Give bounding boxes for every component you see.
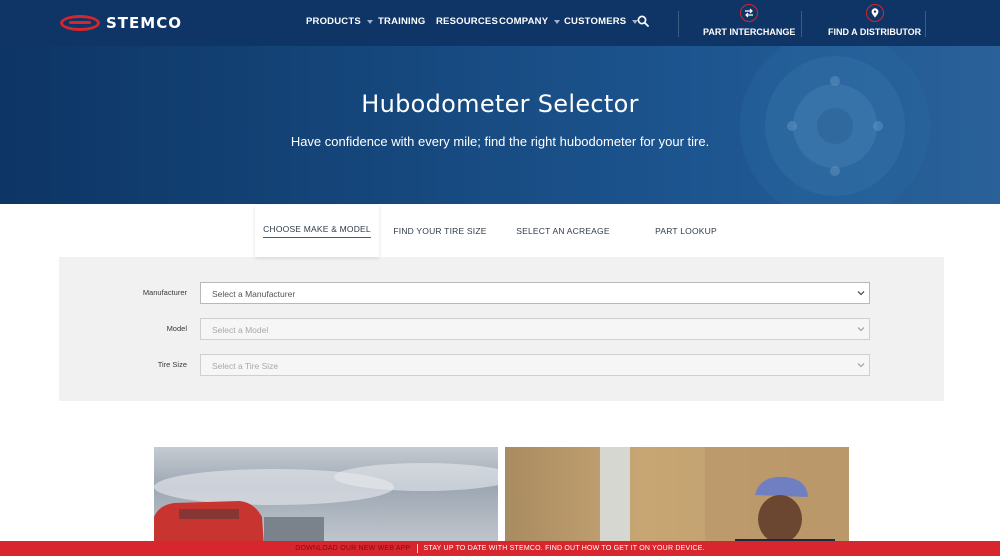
part-interchange-label: PART INTERCHANGE <box>703 27 796 37</box>
model-label: Model <box>166 324 187 333</box>
nav-item-customers[interactable]: CUSTOMERS <box>564 16 639 27</box>
page-subtitle: Have confidence with every mile; find th… <box>290 134 710 149</box>
nav-item-resources[interactable]: RESOURCES <box>436 16 498 27</box>
nav-divider <box>801 11 802 37</box>
technician-image <box>505 447 849 547</box>
caret-down-icon <box>554 19 561 24</box>
truck-image <box>154 447 498 547</box>
chevron-down-icon <box>857 291 865 296</box>
tab-part-lookup[interactable]: PART LOOKUP <box>625 205 747 257</box>
manufacturer-label: Manufacturer <box>142 288 187 297</box>
nav-item-training[interactable]: TRAINING <box>378 16 426 27</box>
chevron-down-icon <box>857 363 865 368</box>
search-icon[interactable] <box>637 15 649 27</box>
model-select-value: Select a Model <box>212 325 269 335</box>
logo-mark-icon <box>60 15 100 31</box>
tab-label: PART LOOKUP <box>655 226 717 236</box>
tire-size-select[interactable]: Select a Tire Size <box>200 354 870 376</box>
nav-item-label: CUSTOMERS <box>564 16 627 27</box>
nav-item-label: TRAINING <box>378 16 426 27</box>
nav-item-label: RESOURCES <box>436 16 498 27</box>
caret-down-icon <box>366 19 373 24</box>
nav-divider <box>925 11 926 37</box>
find-distributor-link[interactable]: FIND A DISTRIBUTOR <box>828 4 921 37</box>
stemco-logo[interactable]: STEMCO <box>60 13 182 33</box>
swap-arrows-icon <box>740 4 759 22</box>
manufacturer-select-value: Select a Manufacturer <box>212 289 296 299</box>
nav-item-label: PRODUCTS <box>306 16 361 27</box>
nav-divider <box>678 11 679 37</box>
selector-tabs: CHOOSE MAKE & MODEL FIND YOUR TIRE SIZE … <box>255 205 747 257</box>
download-app-link[interactable]: DOWNLOAD OUR NEW WEB APP <box>295 545 410 552</box>
wheel-hub-image <box>740 46 930 204</box>
hero-banner: Hubodometer Selector Have confidence wit… <box>0 46 1000 204</box>
model-select[interactable]: Select a Model <box>200 318 870 340</box>
tire-size-row: Tire Size Select a Tire Size <box>59 354 944 376</box>
page-title: Hubodometer Selector <box>361 90 639 118</box>
tab-label: SELECT AN ACREAGE <box>516 226 610 236</box>
manufacturer-select[interactable]: Select a Manufacturer <box>200 282 870 304</box>
tab-find-tire-size[interactable]: FIND YOUR TIRE SIZE <box>379 205 501 257</box>
tab-choose-make-model[interactable]: CHOOSE MAKE & MODEL <box>255 205 379 257</box>
banner-message: STAY UP TO DATE WITH STEMCO. FIND OUT HO… <box>423 545 705 552</box>
nav-item-label: COMPANY <box>499 16 549 27</box>
nav-item-company[interactable]: COMPANY <box>499 16 561 27</box>
chevron-down-icon <box>857 327 865 332</box>
banner-separator <box>416 544 418 553</box>
selector-form-panel: Manufacturer Select a Manufacturer Model… <box>59 257 944 401</box>
tire-size-label: Tire Size <box>157 360 187 369</box>
nav-item-products[interactable]: PRODUCTS <box>306 16 373 27</box>
tab-label: CHOOSE MAKE & MODEL <box>263 224 371 238</box>
tab-label: FIND YOUR TIRE SIZE <box>393 226 487 236</box>
top-navigation-bar: STEMCO PRODUCTS TRAINING RESOURCES COMPA… <box>0 0 1000 46</box>
part-interchange-link[interactable]: PART INTERCHANGE <box>703 4 795 37</box>
logo-text: STEMCO <box>106 14 182 32</box>
find-distributor-label: FIND A DISTRIBUTOR <box>828 27 922 37</box>
manufacturer-row: Manufacturer Select a Manufacturer <box>59 282 944 304</box>
tab-select-acreage[interactable]: SELECT AN ACREAGE <box>501 205 625 257</box>
model-row: Model Select a Model <box>59 318 944 340</box>
app-download-banner: DOWNLOAD OUR NEW WEB APP STAY UP TO DATE… <box>0 541 1000 556</box>
map-pin-icon <box>865 4 884 22</box>
tire-size-select-value: Select a Tire Size <box>212 361 279 371</box>
